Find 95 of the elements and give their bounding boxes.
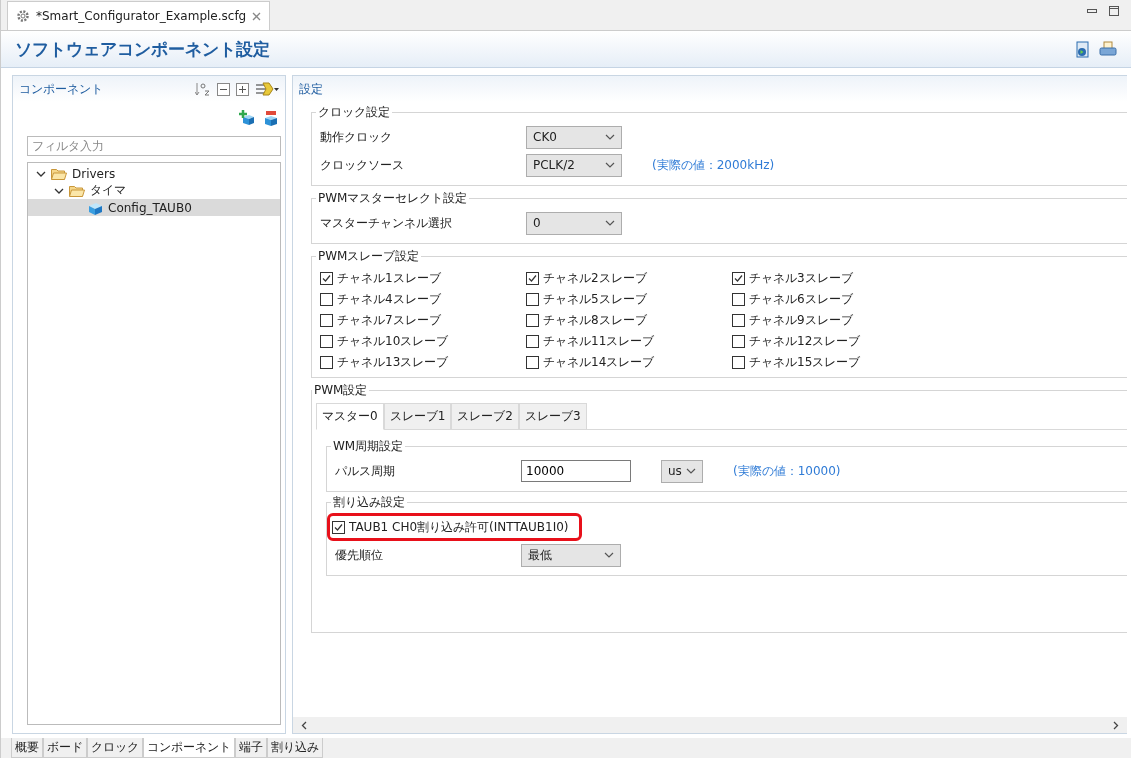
scroll-left-icon[interactable] — [301, 720, 307, 730]
field-label: マスターチャンネル選択 — [320, 214, 453, 232]
checkbox[interactable] — [332, 520, 345, 534]
generate-code-icon[interactable] — [1074, 40, 1091, 58]
checkbox-label: チャネル3スレーブ — [749, 269, 853, 287]
tree-label: タイマ — [90, 182, 126, 199]
checkbox[interactable] — [732, 313, 745, 327]
dropdown[interactable]: PCLK/2 — [526, 153, 622, 177]
checkbox-label: チャネル9スレーブ — [749, 311, 853, 329]
checkbox[interactable] — [526, 355, 539, 369]
add-component-icon[interactable] — [239, 110, 255, 126]
checkbox-label: チャネル6スレーブ — [749, 290, 853, 308]
page-tab[interactable]: 端子 — [235, 738, 267, 758]
filter-input[interactable]: フィルタ入力 — [27, 136, 281, 156]
collapse-all-icon[interactable] — [217, 82, 230, 96]
tab[interactable]: スレーブ3 — [518, 403, 587, 430]
group-title: PWM設定 — [313, 382, 369, 399]
group-title: PWMマスターセレクト設定 — [317, 190, 469, 207]
tree-label: Config_TAUB0 — [108, 200, 192, 215]
remove-component-icon[interactable] — [263, 110, 279, 126]
group-title: WM周期設定 — [332, 438, 405, 455]
horizontal-scrollbar[interactable] — [293, 717, 1127, 733]
chevron-down-icon — [605, 220, 615, 226]
dropdown[interactable]: CK0 — [526, 125, 622, 149]
tab[interactable]: マスター0 — [316, 403, 384, 430]
checkbox-label: チャネル8スレーブ — [543, 311, 647, 329]
checkbox[interactable] — [320, 334, 333, 348]
page-tab[interactable]: 割り込み — [267, 738, 323, 758]
panel-title: 設定 — [299, 80, 323, 98]
dropdown[interactable]: 最低 — [521, 543, 621, 567]
folder-icon — [51, 167, 67, 180]
period-input[interactable]: 10000 — [521, 460, 631, 482]
page-tab[interactable]: クロック — [87, 738, 143, 758]
chevron-down-icon — [686, 468, 696, 474]
dropdown[interactable]: us — [661, 459, 703, 483]
tree-label: Drivers — [72, 166, 116, 181]
group-title: PWMスレーブ設定 — [317, 248, 421, 265]
field-label: クロックソース — [320, 156, 405, 174]
maximize-icon[interactable] — [1109, 6, 1119, 16]
field-label: 優先順位 — [335, 546, 384, 564]
checkbox-label: チャネル2スレーブ — [543, 269, 647, 287]
editor-tab[interactable]: *Smart_Configurator_Example.scfg — [7, 1, 271, 30]
checkbox[interactable] — [320, 313, 333, 327]
arrows-icon[interactable] — [255, 82, 279, 96]
checkbox-label: チャネル10スレーブ — [337, 332, 449, 350]
gear-icon — [16, 9, 30, 23]
checkbox[interactable] — [320, 271, 333, 285]
group-title: クロック設定 — [317, 104, 391, 121]
group-title: 割り込み設定 — [332, 494, 406, 511]
checkbox[interactable] — [732, 334, 745, 348]
checkbox[interactable] — [526, 271, 539, 285]
folder-icon — [69, 184, 85, 197]
actual-value-text: (実際の値：2000kHz) — [652, 156, 775, 174]
scroll-right-icon[interactable] — [1113, 720, 1119, 730]
checkbox[interactable] — [732, 292, 745, 306]
checkbox[interactable] — [320, 355, 333, 369]
checkbox-label: TAUB1 CH0割り込み許可(INTTAUB1I0) — [349, 518, 569, 536]
checkbox[interactable] — [320, 292, 333, 306]
dropdown[interactable]: 0 — [526, 211, 622, 235]
tree-item[interactable]: Drivers — [28, 165, 280, 182]
checkbox-label: チャネル12スレーブ — [749, 332, 861, 350]
checkbox[interactable] — [732, 271, 745, 285]
field-label: パルス周期 — [335, 462, 396, 480]
tree-item[interactable]: タイマ — [28, 182, 280, 199]
checkbox-label: チャネル14スレーブ — [543, 353, 655, 371]
close-icon[interactable] — [252, 11, 262, 21]
field-label: 動作クロック — [320, 128, 393, 146]
tab[interactable]: スレーブ2 — [451, 403, 519, 430]
checkbox-label: チャネル5スレーブ — [543, 290, 647, 308]
minimize-icon[interactable] — [1087, 8, 1097, 14]
actual-value-text: (実際の値：10000) — [733, 462, 841, 480]
checkbox-label: チャネル1スレーブ — [337, 269, 441, 287]
panel-title: コンポーネント — [19, 80, 103, 98]
page-tab[interactable]: コンポーネント — [143, 738, 235, 758]
tab[interactable]: スレーブ1 — [383, 403, 452, 430]
expand-all-icon[interactable] — [236, 82, 249, 96]
checkbox[interactable] — [732, 355, 745, 369]
checkbox-label: チャネル7スレーブ — [337, 311, 441, 329]
page-tab[interactable]: 概要 — [11, 738, 43, 758]
checkbox[interactable] — [526, 292, 539, 306]
printer-icon[interactable] — [1099, 40, 1117, 57]
cube-icon — [87, 200, 103, 215]
checkbox[interactable] — [526, 313, 539, 327]
checkbox[interactable] — [526, 334, 539, 348]
page-title: ソフトウェアコンポーネント設定 — [15, 37, 270, 61]
chevron-down-icon — [605, 134, 615, 140]
checkbox-label: チャネル4スレーブ — [337, 290, 441, 308]
checkbox-label: チャネル13スレーブ — [337, 353, 449, 371]
page-tab[interactable]: ボード — [43, 738, 87, 758]
sort-icon[interactable] — [195, 82, 211, 96]
checkbox-label: チャネル15スレーブ — [749, 353, 861, 371]
tree-item[interactable]: Config_TAUB0 — [28, 199, 280, 216]
chevron-down-icon — [604, 552, 614, 558]
chevron-down-icon — [605, 162, 615, 168]
checkbox-label: チャネル11スレーブ — [543, 332, 655, 350]
